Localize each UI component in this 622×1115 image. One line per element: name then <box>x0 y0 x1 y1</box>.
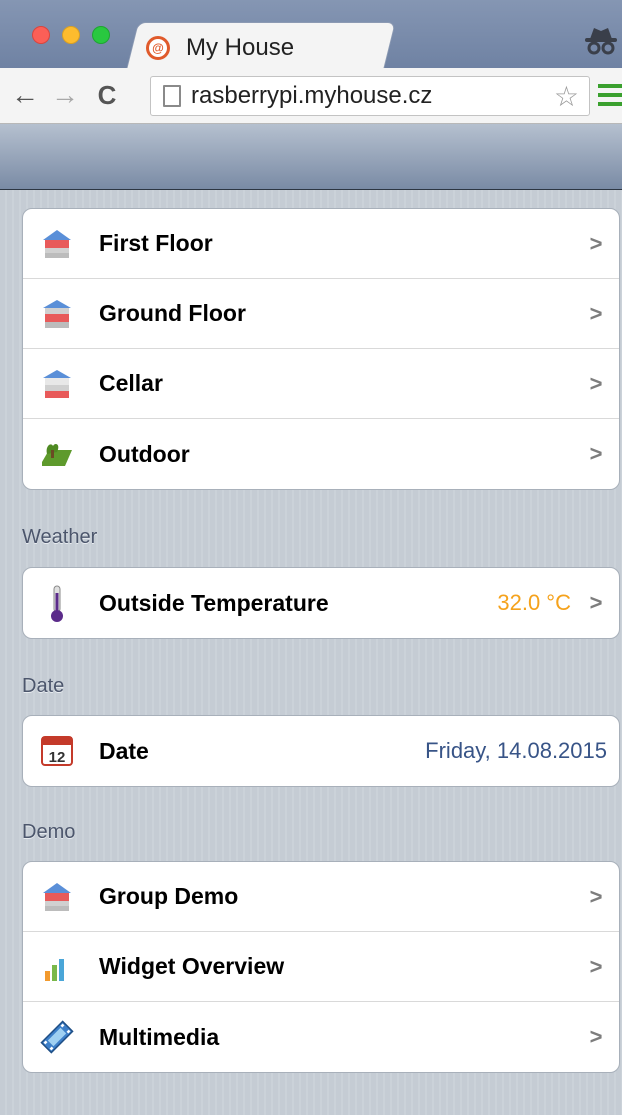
item-label: Date <box>99 737 149 764</box>
incognito-icon <box>584 20 618 60</box>
item-label: Multimedia <box>99 1023 220 1050</box>
browser-tab-bar: @ My House <box>0 0 622 70</box>
url-text[interactable]: rasberrypi.myhouse.cz <box>191 82 554 110</box>
app-header-bar <box>0 124 622 190</box>
list-item-ground-floor[interactable]: Ground Floor > <box>23 279 619 349</box>
list-item-multimedia[interactable]: Multimedia > <box>23 1002 619 1072</box>
house-cellar-icon <box>37 364 77 404</box>
bookmark-star-icon[interactable]: ☆ <box>554 80 579 113</box>
address-bar[interactable]: rasberrypi.myhouse.cz ☆ <box>150 76 590 116</box>
item-label: Outside Temperature <box>99 589 329 616</box>
chevron-right-icon: > <box>589 883 603 909</box>
list-item-first-floor[interactable]: First Floor > <box>23 209 619 279</box>
chevron-right-icon: > <box>589 441 603 466</box>
item-label: Group Demo <box>99 883 239 909</box>
house-floor-icon <box>37 294 77 334</box>
house-floor-icon <box>37 877 77 917</box>
section-title-demo: Demo <box>22 821 76 843</box>
item-label: First Floor <box>99 230 213 256</box>
forward-arrow-icon[interactable]: → <box>50 78 80 112</box>
back-arrow-icon[interactable]: ← <box>10 78 40 112</box>
thermometer-icon <box>37 583 77 623</box>
minimize-window-button[interactable] <box>62 26 80 44</box>
demo-group: Group Demo > Widget Overview > Multimedi… <box>22 861 620 1073</box>
close-window-button[interactable] <box>32 26 50 44</box>
list-item-outside-temperature[interactable]: Outside Temperature 32.0 °C > <box>23 568 619 638</box>
chevron-right-icon: > <box>589 370 603 396</box>
date-value: Friday, 14.08.2015 <box>425 738 607 763</box>
list-item-widget-overview[interactable]: Widget Overview > <box>23 932 619 1002</box>
list-item-outdoor[interactable]: Outdoor > <box>23 419 619 489</box>
favicon-icon: @ <box>146 36 170 60</box>
item-label: Ground Floor <box>99 300 246 326</box>
page-content: First Floor > Ground Floor > Cellar > Ou… <box>0 190 622 1115</box>
calendar-icon: 12 <box>37 731 77 771</box>
tab-title: My House <box>186 34 295 61</box>
item-label: Cellar <box>99 370 163 396</box>
browser-menu-icon[interactable] <box>598 80 622 110</box>
reload-icon[interactable]: C <box>90 78 124 112</box>
chevron-right-icon: > <box>589 1024 603 1049</box>
floors-group: First Floor > Ground Floor > Cellar > Ou… <box>22 208 620 490</box>
item-label: Outdoor <box>99 440 190 467</box>
zoom-window-button[interactable] <box>92 26 110 44</box>
browser-tab-content: @ My House <box>146 28 294 68</box>
film-icon <box>37 1017 77 1057</box>
chevron-right-icon: > <box>589 953 603 979</box>
bar-chart-icon <box>37 947 77 987</box>
chevron-right-icon: > <box>589 300 603 326</box>
section-title-date: Date <box>22 675 65 697</box>
garden-icon <box>37 434 77 474</box>
temperature-value: 32.0 °C <box>497 590 571 615</box>
list-item-date: 12 Date Friday, 14.08.2015 <box>23 716 619 786</box>
browser-toolbar: ← → C rasberrypi.myhouse.cz ☆ <box>0 68 622 124</box>
page-icon <box>163 85 181 107</box>
date-group: 12 Date Friday, 14.08.2015 <box>22 715 620 787</box>
weather-group: Outside Temperature 32.0 °C > <box>22 567 620 639</box>
item-label: Widget Overview <box>99 953 285 979</box>
list-item-group-demo[interactable]: Group Demo > <box>23 862 619 932</box>
list-item-cellar[interactable]: Cellar > <box>23 349 619 419</box>
calendar-day: 12 <box>49 749 66 766</box>
chevron-right-icon: > <box>589 230 603 256</box>
chevron-right-icon: > <box>589 590 603 615</box>
house-floor-icon <box>37 224 77 264</box>
section-title-weather: Weather <box>22 526 98 548</box>
